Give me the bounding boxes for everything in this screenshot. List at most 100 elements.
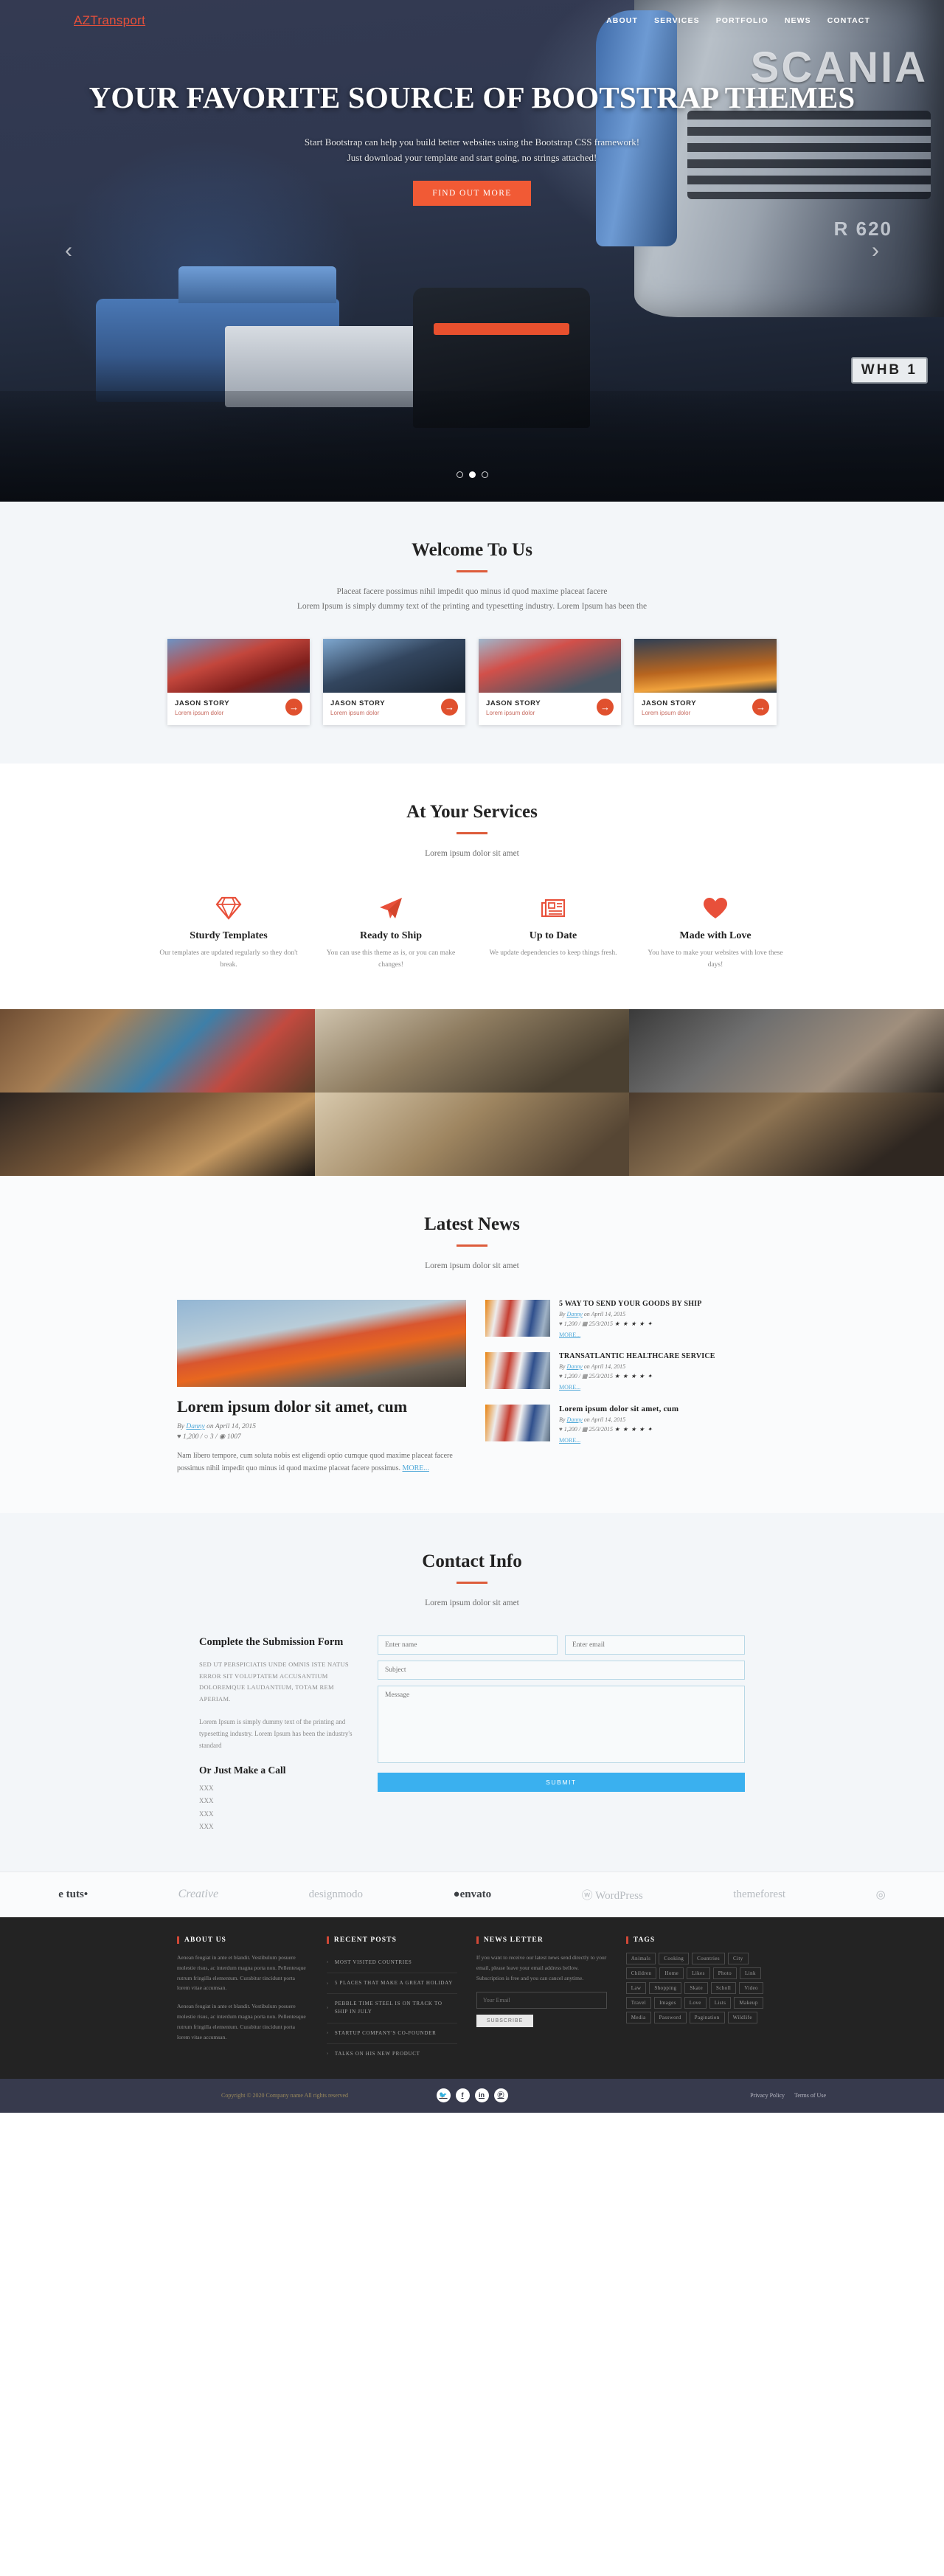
tag-item[interactable]: Law bbox=[625, 1981, 647, 1994]
tag-item[interactable]: Shopping bbox=[649, 1981, 682, 1994]
carousel-dot-2[interactable] bbox=[468, 471, 476, 478]
submit-button[interactable]: SUBMIT bbox=[378, 1773, 745, 1793]
terms-of-use-link[interactable]: Terms of Use bbox=[794, 2092, 826, 2099]
news-list-item[interactable]: Lorem ipsum dolor sit amet, cum By Danny… bbox=[485, 1404, 767, 1446]
tag-item[interactable]: Countries bbox=[692, 1952, 725, 1964]
welcome-card[interactable]: JASON STORY Lorem ipsum dolor → bbox=[323, 639, 465, 726]
author-link[interactable]: Danny bbox=[566, 1363, 582, 1370]
phone-list: XXX XXX XXX XXX bbox=[199, 1782, 354, 1832]
tag-item[interactable]: Animals bbox=[625, 1952, 656, 1964]
brand-logo-wordpress[interactable]: ⓦ WordPress bbox=[582, 1887, 643, 1902]
privacy-policy-link[interactable]: Privacy Policy bbox=[750, 2092, 785, 2099]
carousel-dot-3[interactable] bbox=[481, 471, 488, 478]
footer-recent-post[interactable]: 5 PLACES THAT MAKE A GREAT HOLIDAY bbox=[326, 1973, 457, 1995]
read-more-link[interactable]: MORE... bbox=[403, 1464, 429, 1472]
footer-tags-column: TAGS Animals Cooking Countries City Chil… bbox=[625, 1936, 767, 2064]
brand-logo-creative[interactable]: Creative bbox=[178, 1888, 219, 1901]
footer-recent-posts-column: RECENT POSTS MOST VISITED COUNTRIES 5 PL… bbox=[326, 1936, 457, 2064]
tag-item[interactable]: Cooking bbox=[659, 1952, 690, 1964]
author-link[interactable]: Danny bbox=[186, 1423, 204, 1430]
subject-input[interactable] bbox=[378, 1661, 745, 1680]
find-out-more-button[interactable]: FIND OUT MORE bbox=[413, 180, 531, 206]
gallery-image[interactable] bbox=[629, 1008, 944, 1093]
footer-recent-post[interactable]: STARTUP COMPANY'S CO-FOUNDER bbox=[326, 2023, 457, 2044]
tag-item[interactable]: Video bbox=[739, 1981, 763, 1994]
news-list-item[interactable]: TRANSATLANTIC HEALTHCARE SERVICE By Dann… bbox=[485, 1351, 767, 1393]
footer-recent-post[interactable]: MOST VISITED COUNTRIES bbox=[326, 1953, 457, 1973]
footer-recent-post[interactable]: PEBBLE TIME STEEL IS ON TRACK TO SHIP IN… bbox=[326, 1994, 457, 2023]
gallery-image[interactable] bbox=[629, 1092, 944, 1176]
gallery-image[interactable] bbox=[314, 1092, 630, 1176]
service-title: Up to Date bbox=[529, 930, 577, 942]
contact-layout: Complete the Submission Form SED UT PERS… bbox=[199, 1635, 745, 1832]
gallery-image[interactable] bbox=[0, 1008, 315, 1093]
brand-logo-themeforest[interactable]: themeforest bbox=[733, 1888, 785, 1901]
read-more-link[interactable]: MORE... bbox=[559, 1332, 580, 1338]
tag-item[interactable]: Photo bbox=[712, 1967, 738, 1979]
newsletter-subscribe-button[interactable]: SUBSCRIBE bbox=[476, 2014, 534, 2027]
tag-item[interactable]: Love bbox=[684, 1996, 707, 2009]
tag-item[interactable]: Media bbox=[625, 2011, 651, 2023]
tag-item[interactable]: Images bbox=[654, 1996, 681, 2009]
tag-item[interactable]: Pagination bbox=[689, 2011, 725, 2023]
portfolio-gallery bbox=[0, 1008, 944, 1176]
gallery-image[interactable] bbox=[314, 1008, 630, 1093]
tag-item[interactable]: Lists bbox=[709, 1996, 732, 2009]
tag-item[interactable]: City bbox=[728, 1952, 749, 1964]
tag-item[interactable]: Children bbox=[625, 1967, 657, 1979]
author-link[interactable]: Danny bbox=[566, 1311, 582, 1318]
services-title: At Your Services bbox=[406, 802, 538, 823]
tag-item[interactable]: Link bbox=[740, 1967, 761, 1979]
nav-item-portfolio[interactable]: PORTFOLIO bbox=[716, 16, 768, 25]
read-more-link[interactable]: MORE... bbox=[559, 1384, 580, 1391]
tag-item[interactable]: Password bbox=[653, 2011, 687, 2023]
nav-item-news[interactable]: NEWS bbox=[785, 16, 811, 25]
nav-item-services[interactable]: SERVICES bbox=[654, 16, 700, 25]
tag-item[interactable]: Likes bbox=[687, 1967, 710, 1979]
welcome-card[interactable]: JASON STORY Lorem ipsum dolor → bbox=[479, 639, 621, 726]
welcome-lead-line1: Placeat facere possimus nihil impedit qu… bbox=[336, 587, 608, 596]
hero-title: YOUR FAVORITE SOURCE OF BOOTSTRAP THEMES bbox=[88, 80, 856, 114]
tag-item[interactable]: Scholl bbox=[710, 1981, 737, 1994]
welcome-card[interactable]: JASON STORY Lorem ipsum dolor → bbox=[167, 639, 310, 726]
brand-logo-envato[interactable]: ●envato bbox=[454, 1888, 492, 1901]
welcome-card[interactable]: JASON STORY Lorem ipsum dolor → bbox=[634, 639, 777, 726]
news-item-byline: By Danny on April 14, 2015 bbox=[559, 1363, 715, 1370]
service-title: Ready to Ship bbox=[359, 930, 423, 942]
contact-paragraph: Lorem Ipsum is simply dummy text of the … bbox=[199, 1717, 353, 1750]
card-thumbnail bbox=[167, 639, 310, 693]
services-lead: Lorem ipsum dolor sit amet bbox=[425, 849, 519, 859]
nav-item-contact[interactable]: CONTACT bbox=[827, 16, 870, 25]
brand-logo-etuts[interactable]: e tuts• bbox=[58, 1888, 88, 1901]
brand-logo-extra[interactable]: ◎ bbox=[876, 1888, 886, 1902]
read-more-link[interactable]: MORE... bbox=[559, 1437, 580, 1444]
site-logo[interactable]: AZTransport bbox=[74, 13, 145, 28]
footer-recent-post[interactable]: TALKS ON HIS NEW PRODUCT bbox=[327, 2044, 457, 2064]
featured-article-image[interactable] bbox=[177, 1299, 466, 1387]
email-input[interactable] bbox=[565, 1635, 745, 1655]
message-textarea[interactable] bbox=[378, 1686, 745, 1764]
welcome-lead-line2: Lorem Ipsum is simply dummy text of the … bbox=[296, 602, 648, 612]
twitter-icon[interactable]: 🐦 bbox=[436, 2088, 451, 2103]
carousel-next-icon[interactable]: › bbox=[872, 238, 879, 263]
linkedin-icon[interactable]: in bbox=[474, 2088, 489, 2103]
footer-about-p2: Aenean feugiat in ante et blandit. Vesti… bbox=[177, 2003, 306, 2040]
tag-item[interactable]: Wildlife bbox=[727, 2011, 757, 2023]
news-list-item[interactable]: 5 WAY TO SEND YOUR GOODS BY SHIP By Dann… bbox=[485, 1299, 767, 1340]
brand-logo-designmodo[interactable]: designmodo bbox=[309, 1888, 363, 1901]
newsletter-email-input[interactable] bbox=[476, 1991, 607, 2009]
facebook-icon[interactable]: f bbox=[455, 2088, 470, 2103]
carousel-prev-icon[interactable]: ‹ bbox=[65, 238, 72, 263]
tag-item[interactable]: Travel bbox=[625, 1996, 652, 2009]
tag-item[interactable]: Makeup bbox=[734, 1996, 763, 2009]
nav-item-about[interactable]: ABOUT bbox=[606, 16, 638, 25]
pinterest-icon[interactable]: Ⓟ bbox=[493, 2088, 508, 2103]
carousel-dot-1[interactable] bbox=[456, 471, 463, 478]
name-input[interactable] bbox=[378, 1635, 558, 1655]
license-plate: WHB 1 bbox=[850, 357, 928, 384]
footer-recent-heading: RECENT POSTS bbox=[326, 1936, 457, 1944]
author-link[interactable]: Danny bbox=[566, 1416, 582, 1423]
tag-item[interactable]: Home bbox=[659, 1967, 684, 1979]
gallery-image[interactable] bbox=[0, 1092, 315, 1176]
tag-item[interactable]: Skate bbox=[684, 1981, 708, 1994]
